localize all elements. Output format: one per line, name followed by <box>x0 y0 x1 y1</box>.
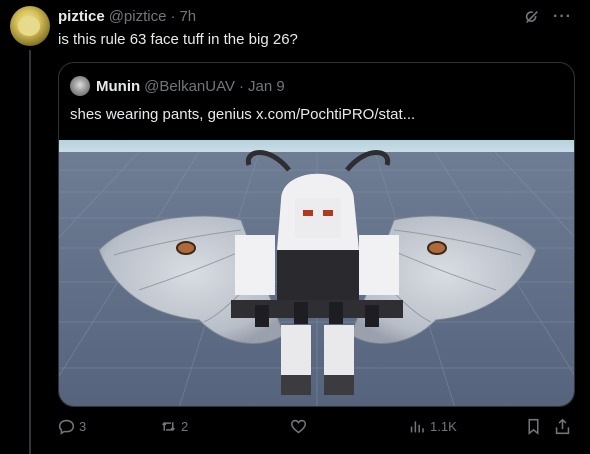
repost-icon <box>162 422 175 431</box>
author-avatar[interactable] <box>10 6 50 46</box>
author-name[interactable]: piztice <box>58 8 105 25</box>
grok-icon[interactable] <box>523 8 541 26</box>
post-time[interactable]: 7h <box>179 8 196 25</box>
roblox-moth-character-image <box>59 140 574 406</box>
quote-text: shes wearing pants, genius x.com/PochtiP… <box>70 106 416 123</box>
views-button[interactable]: 1.1K <box>409 418 457 435</box>
share-icon <box>555 418 570 435</box>
post-text: is this rule 63 face tuff in the big 26? <box>58 31 298 48</box>
share-button[interactable] <box>554 418 571 435</box>
separator-dot: · <box>170 8 176 25</box>
thread-line <box>29 50 31 454</box>
more-icon[interactable]: ··· <box>553 8 572 26</box>
reply-icon <box>58 419 75 435</box>
bookmark-button[interactable] <box>525 418 542 435</box>
quote-author-handle: @BelkanUAV <box>144 77 235 95</box>
repost-count: 2 <box>181 419 189 434</box>
bookmark-icon <box>528 418 539 435</box>
quote-media-image[interactable] <box>59 140 574 406</box>
quote-author-avatar <box>70 76 90 96</box>
quote-author-name: Munin <box>96 77 141 95</box>
reply-button[interactable]: 3 <box>58 418 86 435</box>
quote-separator-dot: · <box>238 77 244 95</box>
author-handle[interactable]: @piztice <box>109 8 167 25</box>
quote-header: Munin @BelkanUAV · Jan 9 <box>70 76 285 96</box>
avatar-figure <box>18 16 40 36</box>
post-actions: 3 2 1.1K <box>58 418 575 440</box>
heart-icon <box>290 419 307 434</box>
post-header: piztice @piztice · 7h <box>58 8 196 25</box>
quote-time: Jan 9 <box>247 77 285 95</box>
views-icon <box>410 421 424 433</box>
post-top-actions: ··· <box>523 8 572 26</box>
quoted-post[interactable]: Munin @BelkanUAV · Jan 9 shes wearing pa… <box>58 62 575 407</box>
like-button[interactable] <box>290 418 311 435</box>
repost-button[interactable]: 2 <box>160 418 188 435</box>
view-count: 1.1K <box>430 419 457 434</box>
reply-count: 3 <box>79 419 87 434</box>
